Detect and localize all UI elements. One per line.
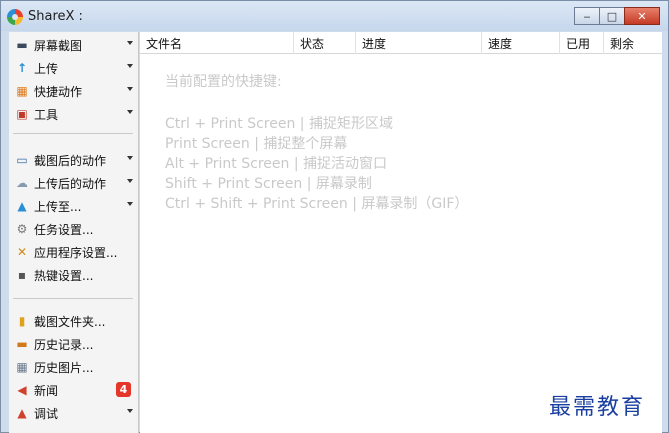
maximize-button[interactable]: □	[599, 7, 625, 25]
megaphone-icon: ◀	[17, 383, 27, 397]
window-title: ShareX :	[28, 9, 83, 24]
menu-item-label: 截图后的动作	[34, 153, 107, 168]
after-capture-icon: ▭	[16, 153, 28, 167]
chevron-down-icon	[127, 64, 133, 68]
cloud-icon: ☁	[16, 176, 28, 190]
menu-item-label: 截图文件夹...	[34, 314, 106, 329]
column-status[interactable]: 状态	[294, 32, 356, 54]
menu-item-label: 历史记录...	[34, 337, 94, 352]
chevron-down-icon	[127, 87, 133, 91]
menu-item-label: 热键设置...	[34, 268, 94, 283]
task-list-panel[interactable]: 文件名 状态 进度 速度 已用 剩余 当前配置的快捷键: Ctrl + Prin…	[140, 32, 662, 433]
menu-item-image-history[interactable]: ▦ 历史图片...	[9, 356, 139, 378]
menu-item-capture[interactable]: ▬ 屏幕截图	[9, 34, 139, 56]
chevron-down-icon	[127, 179, 133, 183]
grid-icon: ▦	[16, 84, 28, 98]
menu-item-label: 新闻	[34, 383, 59, 398]
debug-icon: ▲	[17, 406, 27, 420]
upload-destination-icon: ▲	[17, 199, 27, 213]
menu-item-label: 调试	[34, 406, 59, 421]
menu-item-screenshots-folder[interactable]: ▮ 截图文件夹...	[9, 310, 139, 332]
hotkey-hint-line: Alt + Print Screen | 捕捉活动窗口	[165, 156, 387, 172]
hotkey-hint-line: Shift + Print Screen | 屏幕录制	[165, 176, 372, 192]
menu-item-quick-actions[interactable]: ▦ 快捷动作	[9, 80, 139, 102]
chevron-down-icon	[127, 409, 133, 413]
window-controls: ‒ □ ✕	[574, 7, 660, 25]
menu-item-history[interactable]: ▬ 历史记录...	[9, 333, 139, 355]
menu-item-label: 工具	[34, 107, 59, 122]
menu-item-label: 历史图片...	[34, 360, 94, 375]
menu-item-upload[interactable]: ↑ 上传	[9, 57, 139, 79]
wrench-icon: ✕	[16, 245, 28, 259]
hotkey-hint-line: Ctrl + Print Screen | 捕捉矩形区域	[165, 116, 393, 132]
chevron-down-icon	[127, 202, 133, 206]
menu-separator	[13, 298, 133, 299]
upload-arrow-icon: ↑	[16, 61, 28, 75]
menu-item-label: 上传	[34, 61, 59, 76]
hotkey-hint-line: Ctrl + Shift + Print Screen | 屏幕录制（GIF）	[165, 196, 469, 212]
menu-item-tools[interactable]: ▣ 工具	[9, 103, 139, 125]
title-bar[interactable]: ShareX : ‒ □ ✕	[1, 1, 668, 31]
menu-item-hotkey-settings[interactable]: ▪ 热键设置...	[9, 264, 139, 286]
menu-item-label: 任务设置...	[34, 222, 94, 237]
menu-item-app-settings[interactable]: ✕ 应用程序设置...	[9, 241, 139, 263]
history-icon: ▬	[16, 337, 28, 351]
column-remaining[interactable]: 剩余	[604, 32, 662, 54]
chevron-down-icon	[127, 156, 133, 160]
toolbox-icon: ▣	[16, 107, 28, 121]
menu-separator	[13, 133, 133, 134]
hotkey-hint-line: Print Screen | 捕捉整个屏幕	[165, 136, 348, 152]
close-button[interactable]: ✕	[624, 7, 660, 25]
keyboard-icon: ▪	[17, 268, 27, 282]
column-speed[interactable]: 速度	[482, 32, 560, 54]
menu-item-after-capture[interactable]: ▭ 截图后的动作	[9, 149, 139, 171]
hotkeys-hint-title: 当前配置的快捷键:	[165, 74, 282, 90]
gear-icon: ⚙	[16, 222, 28, 236]
folder-icon: ▮	[18, 314, 26, 328]
menu-item-label: 上传后的动作	[34, 176, 107, 191]
menu-item-after-upload[interactable]: ☁ 上传后的动作	[9, 172, 139, 194]
column-elapsed[interactable]: 已用	[560, 32, 604, 54]
menu-item-destinations[interactable]: ▲ 上传至...	[9, 195, 139, 217]
sharex-logo-icon	[7, 9, 23, 25]
menu-item-task-settings[interactable]: ⚙ 任务设置...	[9, 218, 139, 240]
menu-item-label: 快捷动作	[34, 84, 83, 99]
menu-item-label: 屏幕截图	[34, 38, 83, 53]
column-filename[interactable]: 文件名	[140, 32, 294, 54]
menu-item-label: 上传至...	[34, 199, 82, 214]
news-count-badge: 4	[116, 382, 131, 397]
screenshot-icon: ▬	[16, 38, 28, 52]
watermark-text: 最需教育	[549, 395, 646, 420]
menu-item-label: 应用程序设置...	[34, 245, 118, 260]
menu-item-debug[interactable]: ▲ 调试	[9, 402, 139, 424]
menu-item-news[interactable]: ◀ 新闻 4	[9, 379, 139, 401]
sidebar-menu: ▬ 屏幕截图 ↑ 上传 ▦ 快捷动作 ▣ 工具 ▭ 截图后的动作 ☁ 上传后的动…	[9, 32, 139, 433]
column-progress[interactable]: 进度	[356, 32, 482, 54]
image-history-icon: ▦	[16, 360, 28, 374]
sharex-window: ShareX : ‒ □ ✕ ▬ 屏幕截图 ↑ 上传 ▦ 快捷动作 ▣ 工具 ▭…	[0, 0, 669, 433]
column-header-row: 文件名 状态 进度 速度 已用 剩余	[140, 32, 662, 54]
chevron-down-icon	[127, 41, 133, 45]
chevron-down-icon	[127, 110, 133, 114]
minimize-button[interactable]: ‒	[574, 7, 600, 25]
